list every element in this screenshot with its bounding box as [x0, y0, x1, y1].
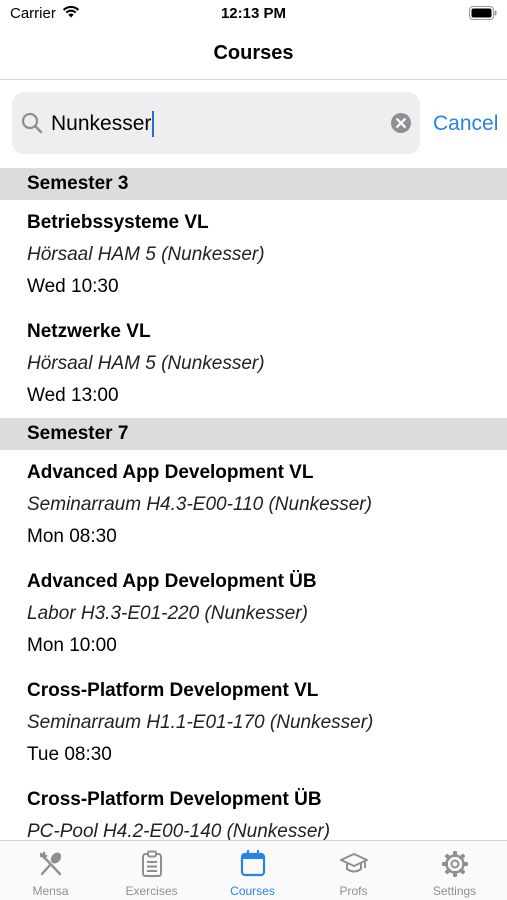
text-caret: [152, 111, 155, 137]
graduation-cap-icon: [339, 849, 369, 879]
clear-icon[interactable]: [390, 112, 412, 134]
course-row[interactable]: Cross-Platform Development ÜB PC-Pool H4…: [0, 777, 507, 840]
course-time: Wed 10:30: [27, 276, 119, 297]
course-row[interactable]: Betriebssysteme VL Hörsaal HAM 5 (Nunkes…: [0, 200, 507, 309]
tab-label: Exercises: [125, 884, 178, 898]
tab-exercises[interactable]: Exercises: [101, 841, 202, 900]
tab-courses[interactable]: Courses: [202, 841, 303, 900]
search-input-value: Nunkesser: [51, 112, 152, 135]
search-input[interactable]: Nunkesser: [51, 111, 155, 137]
course-name: Netzwerke VL: [27, 321, 151, 342]
course-room: Labor H3.3-E01-220 (Nunkesser): [27, 603, 308, 624]
calendar-icon: [238, 849, 268, 879]
course-room: Hörsaal HAM 5 (Nunkesser): [27, 244, 265, 265]
course-row[interactable]: Advanced App Development VL Seminarraum …: [0, 450, 507, 559]
cancel-button[interactable]: Cancel: [433, 111, 498, 137]
course-room: PC-Pool H4.2-E00-140 (Nunkesser): [27, 821, 331, 840]
search-icon: [20, 111, 44, 140]
tab-label: Profs: [339, 884, 368, 898]
course-name: Cross-Platform Development ÜB: [27, 789, 322, 810]
battery-icon: [469, 6, 497, 25]
course-row[interactable]: Advanced App Development ÜB Labor H3.3-E…: [0, 559, 507, 668]
course-time: Mon 10:00: [27, 635, 117, 656]
search-field[interactable]: Nunkesser: [12, 92, 420, 154]
course-name: Betriebssysteme VL: [27, 212, 209, 233]
gear-icon: [440, 849, 470, 879]
tab-profs[interactable]: Profs: [303, 841, 404, 900]
tab-label: Mensa: [32, 884, 69, 898]
search-row: Nunkesser Cancel: [12, 92, 499, 154]
course-name: Advanced App Development VL: [27, 462, 314, 483]
course-name: Advanced App Development ÜB: [27, 571, 317, 592]
tab-label: Courses: [230, 884, 275, 898]
course-time: Mon 08:30: [27, 526, 117, 547]
navigation-bar: Courses: [0, 30, 507, 80]
fork-knife-icon: [36, 849, 66, 879]
course-row[interactable]: Netzwerke VL Hörsaal HAM 5 (Nunkesser) W…: [0, 309, 507, 418]
status-bar: Carrier 12:13 PM: [0, 0, 507, 30]
course-time: Wed 13:00: [27, 385, 119, 406]
tab-settings[interactable]: Settings: [404, 841, 505, 900]
course-list[interactable]: Semester 3 Betriebssysteme VL Hörsaal HA…: [0, 168, 507, 840]
tab-label: Settings: [432, 884, 477, 898]
clipboard-icon: [137, 849, 167, 879]
course-time: Tue 08:30: [27, 744, 112, 765]
tab-mensa[interactable]: Mensa: [0, 841, 101, 900]
course-room: Seminarraum H1.1-E01-170 (Nunkesser): [27, 712, 374, 733]
course-row[interactable]: Cross-Platform Development VL Seminarrau…: [0, 668, 507, 777]
section-header-semester-7: Semester 7: [0, 418, 507, 450]
course-name: Cross-Platform Development VL: [27, 680, 319, 701]
course-room: Seminarraum H4.3-E00-110 (Nunkesser): [27, 494, 372, 515]
status-time: 12:13 PM: [220, 5, 287, 22]
section-header-semester-3: Semester 3: [0, 168, 507, 200]
page-title: Courses: [213, 42, 294, 64]
course-room: Hörsaal HAM 5 (Nunkesser): [27, 353, 265, 374]
tab-bar: Mensa Exercises Courses Profs Settings: [0, 840, 507, 900]
